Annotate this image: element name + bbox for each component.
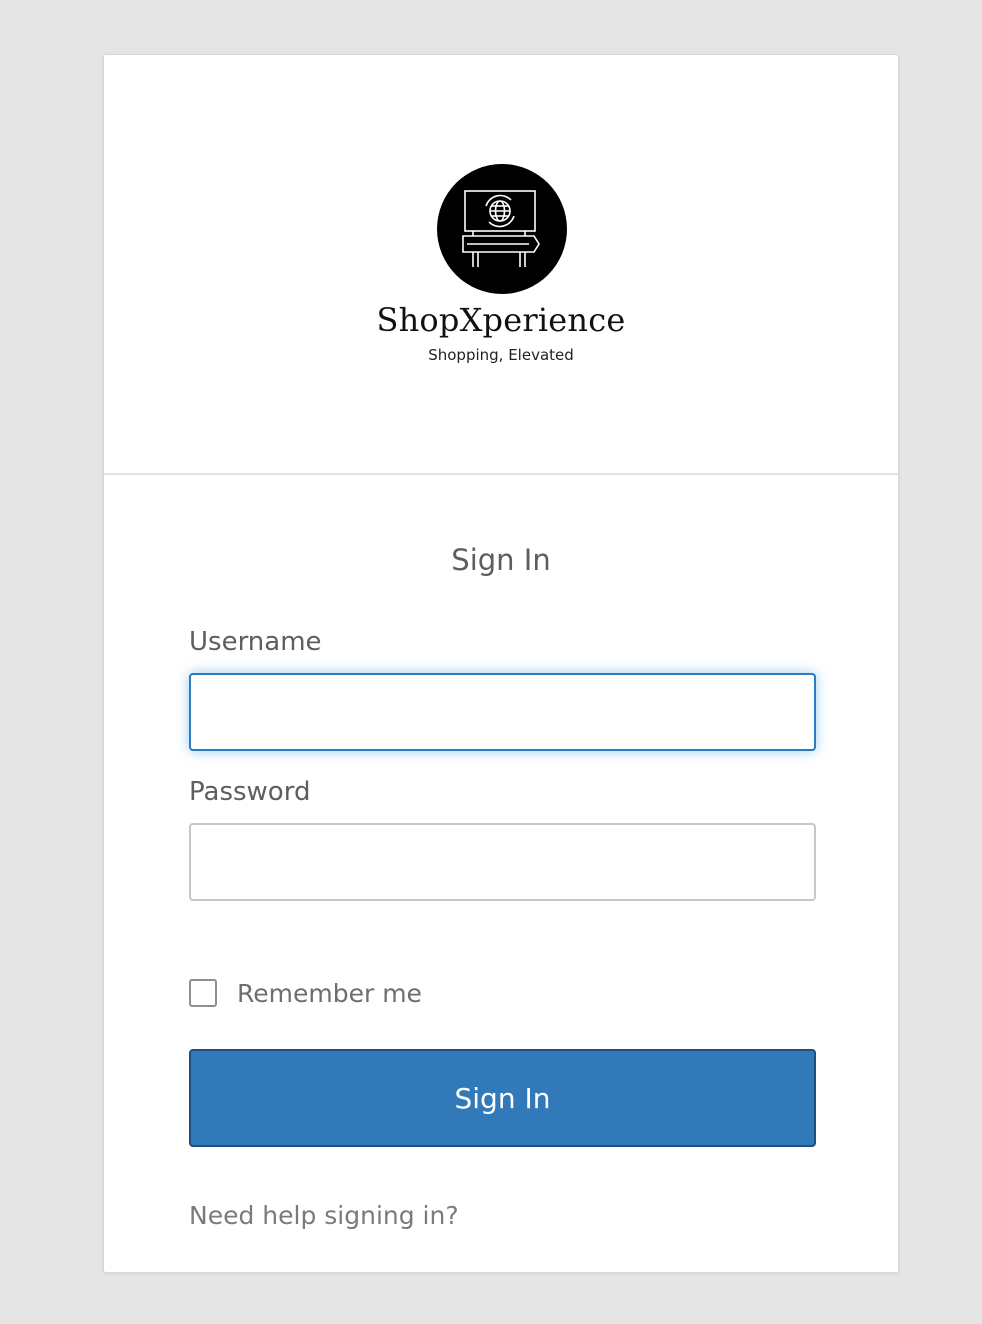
brand-tagline: Shopping, Elevated xyxy=(428,346,574,364)
sign-in-button[interactable]: Sign In xyxy=(189,1049,816,1147)
remember-me-label[interactable]: Remember me xyxy=(237,979,422,1008)
help-link[interactable]: Need help signing in? xyxy=(189,1201,459,1230)
password-label: Password xyxy=(189,777,311,807)
billboard-globe-icon xyxy=(437,164,567,294)
username-label: Username xyxy=(189,627,322,657)
sign-in-card: ShopXperience Shopping, Elevated Sign In… xyxy=(103,54,899,1273)
page-title: Sign In xyxy=(451,543,551,577)
remember-me-checkbox[interactable] xyxy=(189,979,217,1007)
remember-me-row[interactable]: Remember me xyxy=(189,977,422,1009)
password-input[interactable] xyxy=(189,823,816,901)
username-input[interactable] xyxy=(189,673,816,751)
brand-name: ShopXperience xyxy=(376,301,626,339)
brand-header: ShopXperience Shopping, Elevated xyxy=(104,55,898,475)
